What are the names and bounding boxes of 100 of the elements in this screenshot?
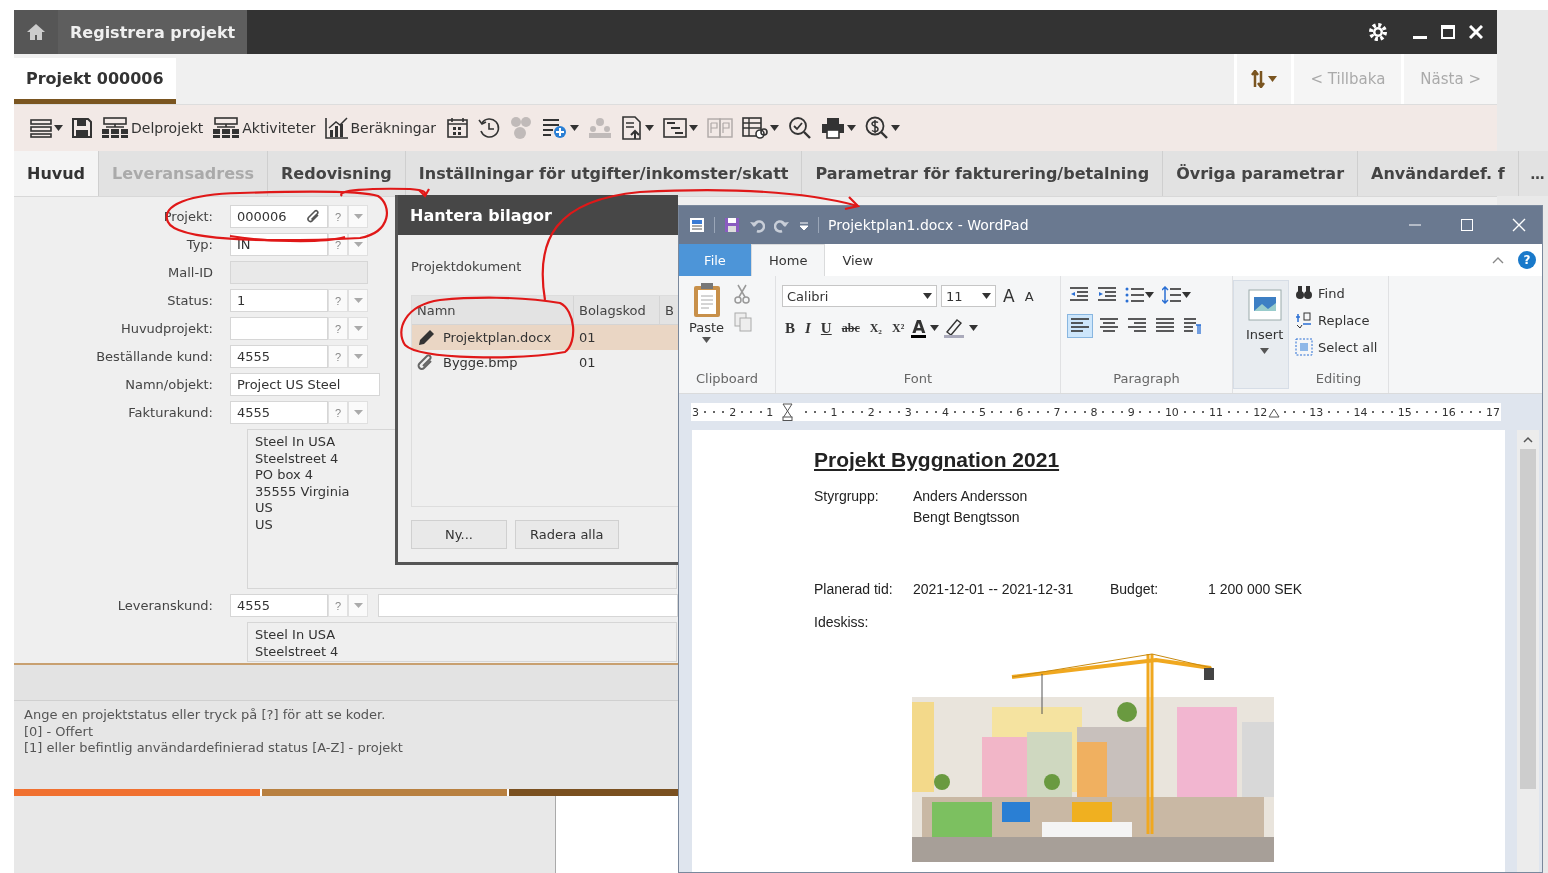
- save-icon[interactable]: [724, 217, 740, 233]
- strikethrough-button[interactable]: abc: [838, 316, 863, 340]
- bullet-list-icon: [1125, 286, 1145, 304]
- underline-button[interactable]: U: [817, 316, 835, 340]
- help-button[interactable]: ?: [328, 317, 348, 340]
- history-button[interactable]: [478, 117, 501, 139]
- caret-icon: [1182, 292, 1191, 298]
- help-button[interactable]: ?: [328, 345, 348, 368]
- caret-icon: [689, 125, 699, 131]
- gantt-button[interactable]: [663, 118, 699, 138]
- table-link-button[interactable]: [742, 116, 780, 140]
- font-size-field[interactable]: 11: [941, 285, 996, 307]
- column-header[interactable]: B: [660, 296, 677, 324]
- align-left-button[interactable]: [1067, 314, 1093, 338]
- column-header[interactable]: Namn: [412, 296, 574, 324]
- document-arrow-button[interactable]: [621, 116, 655, 140]
- settings-icon[interactable]: [1367, 21, 1389, 43]
- tab[interactable]: Huvud: [14, 151, 100, 196]
- toolbar-button[interactable]: Aktiviteter: [212, 117, 316, 139]
- printer-button[interactable]: [821, 117, 857, 139]
- document-tab[interactable]: Projekt 000006: [14, 58, 176, 104]
- paste-button[interactable]: Paste: [685, 282, 729, 371]
- undo-icon[interactable]: [749, 217, 765, 233]
- ruler-number: 7: [1052, 405, 1062, 419]
- tab[interactable]: Inställningar för utgifter/inkomster/skatt: [405, 151, 803, 196]
- date-range: 2021-12-01 -- 2021-12-31: [913, 581, 1075, 597]
- group-label: Clipboard: [694, 371, 760, 388]
- dialog-button[interactable]: Radera alla: [515, 520, 619, 549]
- input-field[interactable]: [378, 594, 678, 617]
- redo-icon[interactable]: [774, 217, 790, 233]
- window-title: Projektplan1.docx - WordPad: [828, 217, 1029, 233]
- ruler-number: 5: [978, 405, 988, 419]
- superscript-button[interactable]: X²: [888, 316, 908, 340]
- scrollbar[interactable]: [1517, 430, 1539, 872]
- find-button[interactable]: Find: [1295, 284, 1378, 302]
- caret-icon: [353, 298, 363, 303]
- ruler[interactable]: 3 2 1 1 2 3 4 5 6 7 8 9 10 11 12 13 14 15 16 17: [691, 403, 1501, 421]
- indent-marker-icon[interactable]: [782, 403, 794, 421]
- field-label: Beställande kund:: [95, 349, 214, 364]
- help-button[interactable]: ?: [1518, 251, 1536, 269]
- input-field[interactable]: 000006: [230, 205, 328, 228]
- select-all-button[interactable]: Select all: [1295, 338, 1378, 356]
- tab[interactable]: Användardef. f: [1358, 151, 1519, 196]
- table-row[interactable]: Bygge.bmp 01: [412, 350, 678, 375]
- caret-icon: [930, 325, 940, 331]
- input-field[interactable]: 4555: [230, 401, 328, 424]
- tab[interactable]: Parametrar för fakturering/betalning: [802, 151, 1164, 196]
- scroll-up-icon[interactable]: [1523, 436, 1533, 443]
- maximize-icon[interactable]: [1441, 25, 1455, 39]
- sort-button[interactable]: [1234, 54, 1292, 104]
- italic-button[interactable]: I: [802, 316, 814, 340]
- line-spacing-button[interactable]: [1160, 284, 1193, 306]
- close-icon[interactable]: [1469, 25, 1483, 39]
- subscript-button[interactable]: X₂: [866, 316, 885, 340]
- field-label: Typ:: [185, 237, 214, 252]
- more-tabs-button[interactable]: …: [1518, 151, 1548, 196]
- list-add-button[interactable]: [542, 117, 580, 139]
- zoom-check-button[interactable]: [788, 116, 813, 140]
- ribbon-tab[interactable]: Home: [751, 244, 826, 276]
- shrink-font-button[interactable]: A: [1021, 284, 1037, 308]
- dialog-button[interactable]: Ny...: [411, 520, 507, 549]
- customize-icon[interactable]: [799, 220, 809, 230]
- tab[interactable]: Redovisning: [268, 151, 406, 196]
- grow-font-button[interactable]: A: [1000, 284, 1018, 308]
- help-button[interactable]: ?: [328, 594, 348, 617]
- bar-chart-icon: [324, 117, 349, 139]
- ruler-number: 12: [1252, 405, 1269, 419]
- save-button[interactable]: [72, 118, 92, 138]
- ruler-number: 1: [829, 405, 839, 419]
- field-label: Ideskiss:: [814, 614, 870, 630]
- list-add-icon: [542, 117, 569, 139]
- tab[interactable]: Övriga parametrar: [1163, 151, 1359, 196]
- input-field[interactable]: Project US Steel: [230, 373, 380, 396]
- table-row[interactable]: Projektplan.docx 01: [412, 325, 678, 350]
- right-indent-marker-icon[interactable]: [1268, 406, 1281, 418]
- ruler-number: 8: [1089, 405, 1099, 419]
- increase-indent-icon: [1097, 286, 1117, 304]
- collapse-icon[interactable]: [1492, 256, 1504, 264]
- help-button[interactable]: ?: [328, 401, 348, 424]
- help-button[interactable]: ?: [328, 289, 348, 312]
- list-button[interactable]: [30, 118, 63, 138]
- column-header[interactable]: Bolagskod: [574, 296, 660, 324]
- input-field[interactable]: 1: [230, 289, 328, 312]
- toolbar-button[interactable]: Delprojekt: [101, 117, 204, 139]
- toolbar-button[interactable]: Beräkningar: [324, 117, 437, 139]
- bold-button[interactable]: B: [782, 316, 798, 340]
- home-button[interactable]: [14, 10, 58, 54]
- money-search-button[interactable]: [865, 116, 901, 140]
- caret-icon: [1145, 292, 1154, 298]
- document-page[interactable]: Projekt Byggnation 2021 Styrgrupp: Anders Andersson Bengt Bengtsson Planerad tid: 2021-12-01 -- 2021-12-31 Budget: 1 200 000 SEK Ideskiss:: [692, 430, 1505, 872]
- replace-button[interactable]: Replace: [1295, 311, 1378, 329]
- highlighter-icon[interactable]: [943, 318, 966, 338]
- input-field[interactable]: [230, 317, 328, 340]
- input-field[interactable]: 4555: [230, 345, 328, 368]
- input-field[interactable]: 4555: [230, 594, 328, 617]
- text-color-button[interactable]: A: [911, 318, 927, 338]
- cut-icon[interactable]: [734, 284, 751, 304]
- help-button[interactable]: ?: [328, 205, 348, 228]
- calendar-button[interactable]: [445, 117, 470, 139]
- font-family-field[interactable]: Calibri: [782, 285, 937, 307]
